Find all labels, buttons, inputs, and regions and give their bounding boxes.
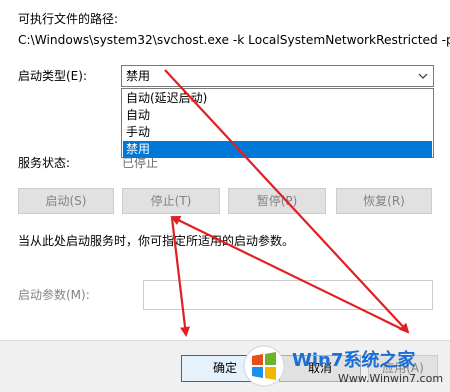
startup-type-dropdown: 自动(延迟启动) 自动 手动 禁用 [121,88,434,158]
path-label: 可执行文件的路径: [18,12,119,26]
stop-button[interactable]: 停止(T) [122,188,220,214]
startup-type-label: 启动类型(E): [18,69,87,83]
startup-type-selected-value: 禁用 [126,69,151,83]
start-params-label: 启动参数(M): [18,288,90,302]
watermark-url: Www.Winwin7.com [338,372,444,385]
service-status-label: 服务状态: [18,156,71,170]
path-value: C:\Windows\system32\svchost.exe -k Local… [18,33,450,47]
start-button[interactable]: 启动(S) [18,188,114,214]
watermark: Win7系统之家 Www.Winwin7.com [240,342,444,390]
chevron-down-icon [418,73,428,79]
resume-button[interactable]: 恢复(R) [336,188,432,214]
service-status-value: 已停止 [122,156,159,170]
watermark-brand: Win7系统之家 [292,350,416,371]
pause-button[interactable]: 暂停(P) [228,188,326,214]
dropdown-option-auto-delayed[interactable]: 自动(延迟启动) [123,90,432,107]
watermark-logo [243,345,285,387]
start-params-hint: 当从此处启动服务时，你可指定所适用的启动参数。 [18,234,295,248]
startup-type-select[interactable]: 禁用 [121,65,434,87]
start-params-input[interactable] [143,280,433,310]
dropdown-option-manual[interactable]: 手动 [123,124,432,141]
dropdown-option-disabled[interactable]: 禁用 [123,141,432,158]
dropdown-option-auto[interactable]: 自动 [123,107,432,124]
